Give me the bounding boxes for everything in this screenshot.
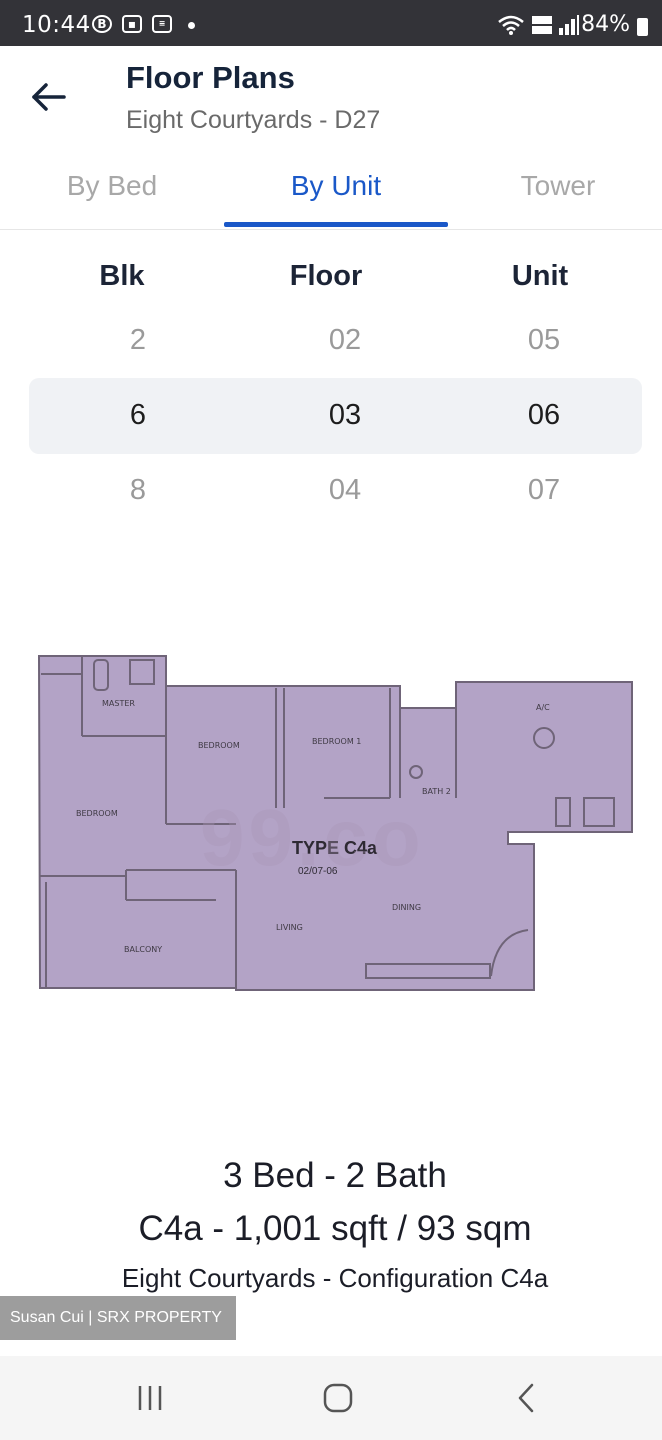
room-label-master: MASTER — [102, 699, 135, 708]
floor-option-selected[interactable]: 03 — [285, 399, 405, 432]
configuration-label: Eight Courtyards - Configuration C4a — [121, 1263, 549, 1293]
floor-option-prev[interactable]: 02 — [285, 324, 405, 357]
signal-icon — [559, 15, 579, 35]
room-label-balcony: BALCONY — [124, 945, 162, 954]
tab-tower[interactable]: Tower — [446, 170, 662, 220]
app-icon: ≡ — [152, 15, 172, 33]
blk-option-selected[interactable]: 6 — [78, 399, 198, 432]
blk-option-prev[interactable]: 2 — [78, 324, 198, 357]
page-subtitle: Eight Courtyards - D27 — [126, 106, 381, 134]
home-icon[interactable] — [316, 1378, 360, 1418]
back-arrow-icon[interactable] — [28, 76, 70, 118]
room-label-dining: DINING — [392, 903, 421, 912]
unit-header: Unit — [511, 260, 569, 292]
room-label-ac: A/C — [536, 703, 550, 712]
volte-icon — [532, 16, 552, 34]
floor-option-next[interactable]: 04 — [285, 474, 405, 507]
room-label-bedroom-1: BEDROOM 1 — [312, 737, 361, 746]
tab-by-bed[interactable]: By Bed — [0, 170, 224, 220]
bed-bath-summary: 3 Bed - 2 Bath — [223, 1156, 447, 1195]
battery-percentage: 84% — [581, 12, 630, 37]
status-bar: 10:44 B ▪ ≡ 84% — [0, 0, 662, 46]
page-title: Floor Plans — [126, 60, 295, 95]
tab-by-unit[interactable]: By Unit — [224, 170, 448, 220]
unit-option-selected[interactable]: 06 — [484, 399, 604, 432]
active-tab-indicator — [224, 222, 448, 227]
unit-picker: Blk Floor Unit 2 6 8 02 03 04 05 06 07 — [0, 232, 662, 532]
unit-option-next[interactable]: 07 — [484, 474, 604, 507]
unit-option-prev[interactable]: 05 — [484, 324, 604, 357]
wifi-icon — [498, 15, 524, 35]
system-nav-bar — [0, 1356, 662, 1440]
blk-option-next[interactable]: 8 — [78, 474, 198, 507]
b-badge-icon: B — [92, 15, 112, 33]
room-label-bedroom-2: BEDROOM — [198, 741, 240, 750]
blk-header: Blk — [99, 260, 145, 292]
app-header: Floor Plans Eight Courtyards - D27 — [0, 46, 662, 164]
status-time: 10:44 — [22, 12, 91, 38]
room-label-bath-2: BATH 2 — [422, 787, 451, 796]
watermark-logo: 99.co — [200, 793, 425, 882]
room-label-bedroom: BEDROOM — [76, 809, 118, 818]
image-icon: ▪ — [122, 15, 142, 33]
recent-apps-icon[interactable] — [128, 1378, 172, 1418]
floor-header: Floor — [289, 260, 363, 292]
room-label-living: LIVING — [276, 923, 303, 932]
tab-bar: By Bed By Unit Tower — [0, 164, 662, 230]
agent-credit-tag: Susan Cui | SRX PROPERTY — [0, 1296, 236, 1340]
unit-size-summary: C4a - 1,001 sqft / 93 sqm — [138, 1209, 532, 1248]
dot-icon — [188, 22, 195, 29]
back-nav-icon[interactable] — [504, 1378, 548, 1418]
battery-icon — [637, 18, 648, 36]
